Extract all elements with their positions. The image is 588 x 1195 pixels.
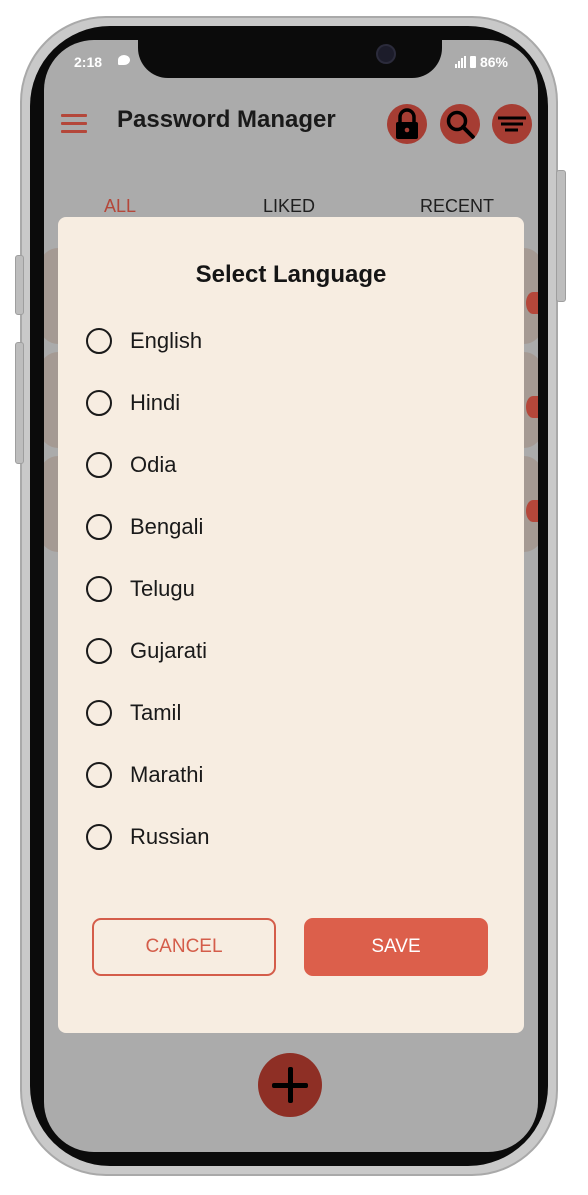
save-button[interactable]: SAVE	[304, 918, 488, 976]
cancel-button[interactable]: CANCEL	[92, 918, 276, 976]
language-option-bengali[interactable]: Bengali	[86, 509, 506, 571]
app-title: Password Manager	[117, 106, 336, 133]
language-option-odia[interactable]: Odia	[86, 447, 506, 509]
tab-liked[interactable]: LIKED	[263, 196, 315, 217]
tab-recent[interactable]: RECENT	[420, 196, 494, 217]
status-right: 86%	[454, 54, 508, 70]
list-item-accent	[526, 500, 538, 522]
tab-all[interactable]: ALL	[104, 196, 136, 217]
option-label: Telugu	[130, 576, 195, 601]
radio-button[interactable]	[86, 576, 112, 602]
radio-button[interactable]	[86, 824, 112, 850]
language-options: English Hindi Odia Bengali Telugu Gujara…	[86, 323, 506, 881]
option-label: Bengali	[130, 514, 204, 539]
option-label: Russian	[130, 824, 210, 849]
phone-side-button-left-top	[15, 255, 24, 315]
plus-icon-vertical	[288, 1067, 293, 1103]
signal-icon	[454, 56, 466, 68]
language-option-russian[interactable]: Russian	[86, 819, 506, 881]
radio-button[interactable]	[86, 452, 112, 478]
battery-icon	[469, 56, 476, 68]
phone-side-button-right	[556, 170, 566, 302]
lock-button[interactable]	[387, 104, 427, 144]
search-icon	[446, 110, 475, 139]
radio-button[interactable]	[86, 638, 112, 664]
notch	[138, 40, 442, 78]
dialog-title: Select Language	[195, 261, 387, 288]
search-button[interactable]	[440, 104, 480, 144]
filter-button[interactable]	[492, 104, 532, 144]
language-dialog: Select Language English Hindi Odia Benga…	[58, 217, 524, 1033]
list-item-accent	[526, 396, 538, 418]
option-label: English	[130, 328, 203, 353]
battery-percent: 86%	[479, 54, 508, 70]
language-option-gujarati[interactable]: Gujarati	[86, 633, 506, 695]
add-button[interactable]	[258, 1053, 322, 1117]
filter-icon	[498, 116, 526, 132]
radio-button[interactable]	[86, 390, 112, 416]
radio-button[interactable]	[86, 514, 112, 540]
language-option-english[interactable]: English	[86, 323, 506, 385]
radio-button[interactable]	[86, 700, 112, 726]
lock-icon	[396, 108, 418, 139]
option-label: Hindi	[130, 390, 181, 415]
front-camera	[376, 44, 396, 64]
option-label: Odia	[130, 452, 177, 477]
option-label: Tamil	[130, 700, 182, 725]
radio-button[interactable]	[86, 762, 112, 788]
option-label: Gujarati	[130, 638, 208, 663]
hamburger-menu-icon[interactable]	[61, 114, 87, 133]
language-option-hindi[interactable]: Hindi	[86, 385, 506, 447]
phone-side-button-left-bottom	[15, 342, 24, 464]
option-label: Marathi	[130, 762, 204, 787]
language-option-marathi[interactable]: Marathi	[86, 757, 506, 819]
list-item-accent	[526, 292, 538, 314]
message-notification-icon	[118, 55, 130, 65]
phone-screen: 2:18 86% Password Manager ALL LIKED RECE…	[44, 40, 538, 1152]
language-option-tamil[interactable]: Tamil	[86, 695, 506, 757]
language-option-telugu[interactable]: Telugu	[86, 571, 506, 633]
app-bar: Password Manager	[44, 84, 538, 164]
radio-button[interactable]	[86, 328, 112, 354]
status-time: 2:18	[74, 54, 103, 70]
